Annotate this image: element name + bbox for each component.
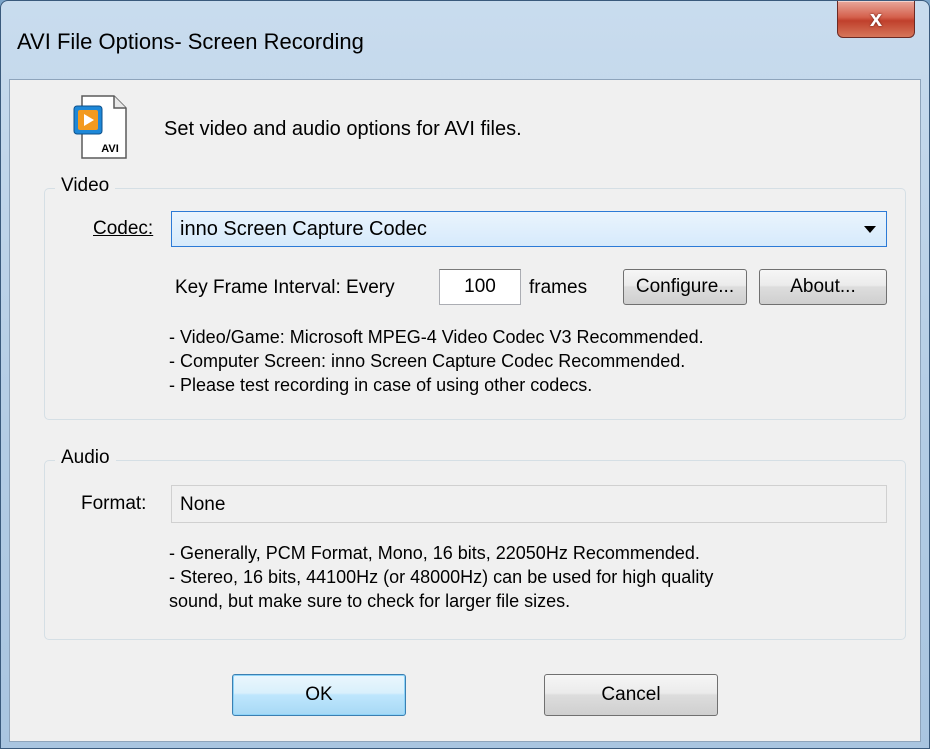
- codec-dropdown[interactable]: inno Screen Capture Codec: [171, 211, 887, 247]
- title-bar[interactable]: AVI File Options- Screen Recording x: [1, 1, 929, 79]
- video-note: - Please test recording in case of using…: [169, 375, 593, 395]
- audio-group: Audio Format: None - Generally, PCM Form…: [44, 447, 906, 640]
- cancel-button[interactable]: Cancel: [544, 674, 718, 716]
- close-icon: x: [869, 6, 883, 31]
- audio-note: - Generally, PCM Format, Mono, 16 bits, …: [169, 543, 700, 563]
- video-note: - Computer Screen: inno Screen Capture C…: [169, 351, 686, 371]
- codec-selected-value: inno Screen Capture Codec: [180, 218, 427, 240]
- chevron-down-icon: [864, 226, 876, 233]
- keyframe-interval-label: Key Frame Interval: Every: [175, 277, 395, 298]
- ok-button[interactable]: OK: [232, 674, 406, 716]
- keyframe-interval-input[interactable]: [439, 269, 521, 305]
- video-group-label: Video: [55, 175, 116, 197]
- audio-format-value: None: [180, 494, 226, 515]
- audio-note: - Stereo, 16 bits, 44100Hz (or 48000Hz) …: [169, 567, 714, 587]
- window-title: AVI File Options- Screen Recording: [17, 29, 364, 54]
- audio-note: sound, but make sure to check for larger…: [169, 591, 571, 611]
- audio-group-label: Audio: [55, 447, 116, 469]
- about-button[interactable]: About...: [759, 269, 887, 305]
- format-label: Format:: [81, 493, 147, 514]
- keyframe-frames-label: frames: [529, 277, 588, 298]
- dialog-window: AVI File Options- Screen Recording x AVI…: [0, 0, 930, 749]
- video-group: Video Codec: inno Screen Capture Codec K…: [44, 175, 906, 420]
- video-note: - Video/Game: Microsoft MPEG-4 Video Cod…: [169, 327, 704, 347]
- avi-file-icon: AVI: [73, 95, 127, 159]
- codec-label: Codec:: [93, 218, 154, 239]
- avi-icon-caption: AVI: [101, 143, 119, 155]
- configure-button[interactable]: Configure...: [623, 269, 747, 305]
- close-button[interactable]: x: [837, 1, 915, 38]
- header-description: Set video and audio options for AVI file…: [164, 118, 522, 140]
- audio-format-field[interactable]: None: [171, 485, 887, 523]
- dialog-client-area: AVI Set video and audio options for AVI …: [9, 79, 921, 742]
